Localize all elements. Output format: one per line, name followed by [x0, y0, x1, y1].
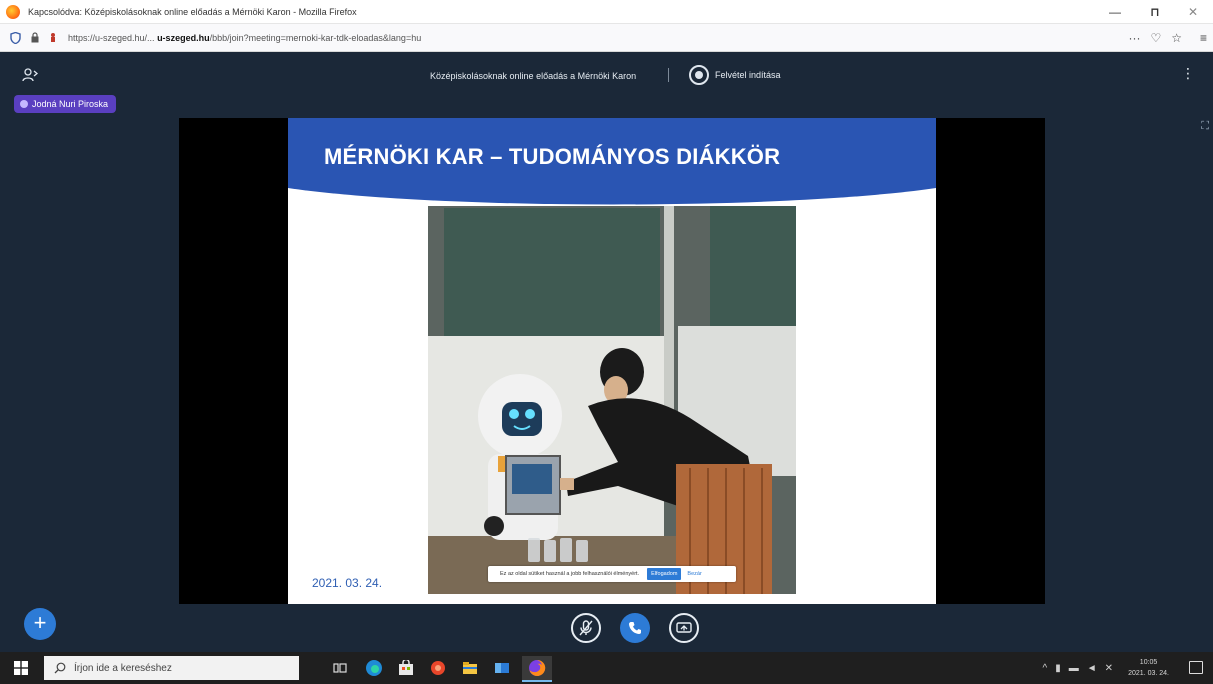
shield-icon[interactable]: [8, 31, 22, 45]
consent-close-button[interactable]: Bezár: [687, 571, 701, 577]
record-icon: [689, 65, 709, 85]
start-recording-button[interactable]: Felvétel indítása: [684, 63, 792, 87]
search-icon: [54, 662, 66, 674]
slide-date: 2021. 03. 24.: [312, 576, 383, 590]
edge-browser-icon[interactable]: [364, 658, 384, 678]
users-icon[interactable]: [22, 68, 39, 82]
firefox-icon: [6, 4, 20, 19]
taskbar-clock[interactable]: 10:05 2021. 03. 24.: [1128, 657, 1169, 679]
office-icon[interactable]: [428, 658, 448, 678]
presentation-slide: MÉRNÖKI KAR – TUDOMÁNYOS DIÁKKÖR 2021. 0…: [288, 118, 936, 604]
windows-start-icon[interactable]: [14, 661, 28, 675]
tray-volume-icon[interactable]: ◄: [1087, 663, 1097, 674]
presenter-icon: [20, 100, 28, 108]
window-title: Kapcsolódva: Középiskolásoknak online el…: [28, 6, 357, 17]
notification-center-icon[interactable]: [1189, 661, 1203, 674]
consent-accept-button[interactable]: Elfogadom: [647, 568, 682, 580]
presentation-area: MÉRNÖKI KAR – TUDOMÁNYOS DIÁKKÖR 2021. 0…: [179, 118, 1045, 604]
url-host: u-szeged.hu: [157, 32, 210, 43]
slide-photo: [428, 206, 796, 594]
meeting-title: Középiskolásoknak online előadás a Mérnö…: [430, 71, 637, 81]
firefox-taskbar-icon[interactable]: [522, 656, 552, 682]
clock-date: 2021. 03. 24.: [1128, 670, 1169, 677]
screen-share-icon: [676, 622, 692, 633]
page-actions-icon[interactable]: ···: [1128, 31, 1140, 45]
browser-navbar: https://u-szeged.hu/... u-szeged.hu/bbb/…: [0, 24, 1213, 52]
meeting-app: Jodná Nuri Piroska Középiskolásoknak onl…: [0, 52, 1213, 652]
file-explorer-icon[interactable]: [460, 658, 480, 678]
consent-bar: Ez az oldal sütiket használ a jobb felha…: [488, 566, 736, 582]
clock-time: 10:05: [1139, 659, 1158, 666]
recording-label: Felvétel indítása: [715, 70, 781, 80]
windows-taskbar: Írjon ide a kereséshez ^ ▮ ▬ ◄ ✕ 10:05 2…: [0, 652, 1213, 684]
slide-title: MÉRNÖKI KAR – TUDOMÁNYOS DIÁKKÖR: [324, 144, 781, 169]
presenter-badge[interactable]: Jodná Nuri Piroska: [14, 95, 117, 113]
minimize-button[interactable]: —: [1097, 0, 1133, 24]
consent-text: Ez az oldal sütiket használ a jobb felha…: [500, 571, 640, 577]
tray-language-icon[interactable]: ✕: [1105, 663, 1113, 674]
tray-battery-icon[interactable]: ▮: [1055, 663, 1061, 674]
phone-icon: [629, 622, 641, 634]
close-button[interactable]: ✕: [1175, 0, 1211, 24]
system-tray: ^ ▮ ▬ ◄ ✕: [1042, 658, 1113, 678]
maximize-button[interactable]: ⊓: [1137, 0, 1173, 24]
fullscreen-icon[interactable]: ⛶: [1201, 120, 1209, 133]
url-bar[interactable]: https://u-szeged.hu/... u-szeged.hu/bbb/…: [68, 33, 928, 43]
store-icon[interactable]: [396, 658, 416, 678]
taskbar-search-box[interactable]: Írjon ide a kereséshez: [44, 656, 299, 680]
presenter-name: Jodná Nuri Piroska: [32, 99, 109, 109]
mail-app-icon[interactable]: [492, 658, 512, 678]
microphone-muted-icon: [579, 620, 593, 636]
share-screen-button[interactable]: [669, 613, 699, 643]
permission-icon[interactable]: [46, 31, 60, 45]
url-path: /bbb/join?meeting=mernoki-kar-tdk-eloada…: [209, 32, 422, 43]
audio-phone-button[interactable]: [620, 613, 650, 643]
hamburger-menu-icon[interactable]: ≡: [1200, 31, 1207, 45]
actions-plus-button[interactable]: +: [24, 608, 56, 640]
options-menu-icon[interactable]: ⋮: [1181, 66, 1195, 80]
screen: Kapcsolódva: Középiskolásoknak online el…: [0, 0, 1213, 684]
url-prefix: https://u-szeged.hu/...: [68, 32, 158, 43]
taskbar-search-placeholder: Írjon ide a kereséshez: [74, 662, 172, 674]
header-divider: [668, 68, 669, 82]
pocket-icon[interactable]: ♡: [1150, 31, 1161, 45]
task-view-icon[interactable]: [330, 658, 350, 678]
browser-titlebar: Kapcsolódva: Középiskolásoknak online el…: [0, 0, 1213, 24]
toolbar-right: ··· ♡ ☆ ≡: [1128, 24, 1207, 52]
lock-icon[interactable]: [28, 31, 42, 45]
mute-microphone-button[interactable]: [571, 613, 601, 643]
tray-network-icon[interactable]: ▬: [1069, 663, 1079, 674]
tray-chevron-up-icon[interactable]: ^: [1042, 663, 1047, 674]
bookmark-star-icon[interactable]: ☆: [1171, 31, 1182, 45]
